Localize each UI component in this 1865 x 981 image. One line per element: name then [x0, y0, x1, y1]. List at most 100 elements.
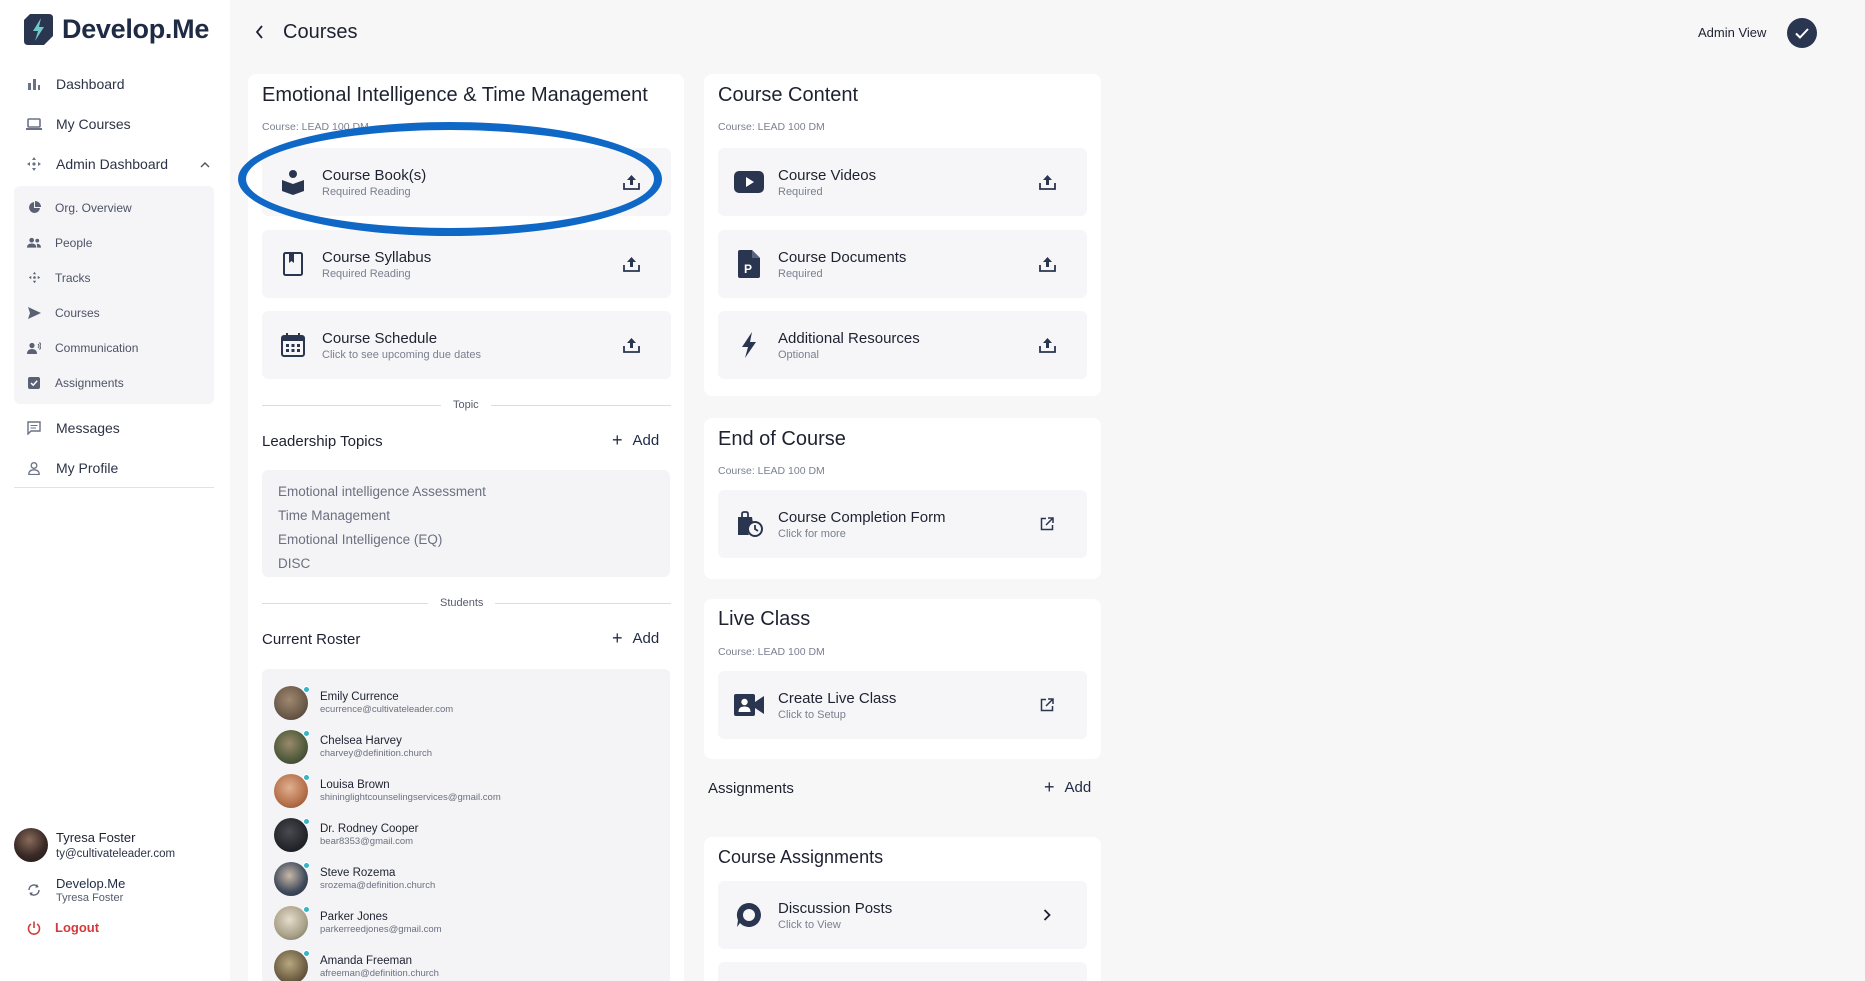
video-person-icon	[734, 690, 764, 720]
list-item[interactable]: Parker Jones parkerreedjones@gmail.com	[262, 901, 670, 945]
student-email: afreeman@definition.church	[320, 968, 439, 979]
next-assignment-tile[interactable]	[718, 962, 1087, 981]
tile-title: Course Schedule	[322, 329, 438, 347]
course-books-tile[interactable]: Course Book(s) Required Reading	[262, 148, 671, 216]
bookmark-book-icon	[278, 249, 308, 279]
sidebar: Develop.Me Dashboard My Courses Admin Da…	[0, 0, 230, 981]
current-roster-heading: Current Roster	[262, 631, 361, 648]
course-completion-form-tile[interactable]: Course Completion Form Click for more	[718, 490, 1087, 558]
nav-my-courses[interactable]: My Courses	[14, 104, 214, 144]
assignments-heading: Assignments	[708, 780, 794, 797]
svg-text:P: P	[744, 262, 752, 276]
discussion-posts-tile[interactable]: Discussion Posts Click to View	[718, 881, 1087, 949]
chevron-right-icon[interactable]	[1037, 905, 1057, 925]
live-class-card: Live Class Course: LEAD 100 DM Create Li…	[704, 599, 1101, 759]
admin-view-toggle[interactable]	[1787, 18, 1817, 48]
add-label: Add	[632, 629, 660, 647]
user-name: Tyresa Foster	[56, 830, 136, 845]
avatar	[274, 950, 310, 981]
list-item: Emotional intelligence Assessment	[278, 484, 486, 499]
chevron-up-icon[interactable]	[200, 157, 210, 171]
create-live-class-tile[interactable]: Create Live Class Click to Setup	[718, 671, 1087, 739]
additional-resources-tile[interactable]: Additional Resources Optional	[718, 311, 1087, 379]
subnav-communication[interactable]: Communication	[14, 330, 214, 365]
student-name: Chelsea Harvey	[320, 735, 402, 747]
move-icon	[26, 156, 42, 172]
course-content-card: Course Content Course: LEAD 100 DM Cours…	[704, 74, 1101, 396]
send-icon	[27, 306, 41, 320]
nav-my-profile[interactable]: My Profile	[14, 448, 214, 488]
list-item[interactable]: Louisa Brown shininglightcounselingservic…	[262, 769, 670, 813]
upload-icon[interactable]	[1037, 335, 1057, 355]
course-schedule-tile[interactable]: Course Schedule Click to see upcoming du…	[262, 311, 671, 379]
list-item[interactable]: Chelsea Harvey charvey@definition.church	[262, 725, 670, 769]
upload-icon[interactable]	[1037, 254, 1057, 274]
online-dot	[303, 950, 310, 957]
course-videos-tile[interactable]: Course Videos Required	[718, 148, 1087, 216]
brand-logo[interactable]: Develop.Me	[24, 14, 209, 45]
list-item[interactable]: Amanda Freeman afreeman@definition.church	[262, 945, 670, 981]
subnav-org-overview[interactable]: Org. Overview	[14, 190, 214, 225]
nav-admin-dashboard[interactable]: Admin Dashboard	[14, 144, 214, 184]
tile-title: Course Syllabus	[322, 248, 432, 266]
student-name: Dr. Rodney Cooper	[320, 823, 419, 835]
roster-list: Emily Currence ecurrence@cultivateleader.…	[262, 669, 670, 981]
list-item: Emotional Intelligence (EQ)	[278, 532, 443, 547]
list-item[interactable]: Emily Currence ecurrence@cultivateleader.…	[262, 681, 670, 725]
upload-icon[interactable]	[621, 172, 641, 192]
tile-title: Course Book(s)	[322, 166, 427, 184]
brand-name: Develop.Me	[62, 14, 210, 44]
admin-view-label: Admin View	[1698, 25, 1767, 40]
tile-title: Create Live Class	[778, 689, 897, 707]
admin-subnav: Org. Overview People Tracks Courses Comm…	[14, 186, 214, 404]
list-item[interactable]: Dr. Rodney Cooper bear8353@gmail.com	[262, 813, 670, 857]
subnav-assignments[interactable]: Assignments	[14, 365, 214, 400]
person-icon	[26, 460, 42, 476]
tile-subtitle: Required	[778, 267, 823, 280]
nav-messages[interactable]: Messages	[14, 408, 214, 448]
add-assignment-button[interactable]: + Add	[1044, 778, 1091, 796]
course-syllabus-tile[interactable]: Course Syllabus Required Reading	[262, 230, 671, 298]
subnav-tracks[interactable]: Tracks	[14, 260, 214, 295]
plus-icon: +	[612, 430, 623, 450]
plus-icon: +	[1044, 777, 1055, 797]
upload-icon[interactable]	[1037, 172, 1057, 192]
pie-chart-icon	[27, 201, 41, 215]
leadership-topics-heading: Leadership Topics	[262, 433, 383, 450]
list-item[interactable]: Steve Rozema srozema@definition.church	[262, 857, 670, 901]
tile-subtitle: Click to View	[778, 918, 841, 931]
add-topic-button[interactable]: + Add	[612, 431, 659, 449]
avatar	[14, 828, 48, 862]
upload-icon[interactable]	[621, 335, 641, 355]
tile-subtitle: Click for more	[778, 527, 846, 540]
subnav-label: Assignments	[55, 375, 124, 390]
current-user[interactable]: Tyresa Foster ty@cultivateleader.com	[14, 824, 214, 866]
back-button[interactable]	[251, 22, 267, 42]
student-email: ecurrence@cultivateleader.com	[320, 704, 454, 715]
online-dot	[303, 818, 310, 825]
course-code: Course: LEAD 100 DM	[718, 121, 825, 133]
subnav-label: Org. Overview	[55, 200, 132, 215]
subnav-courses[interactable]: Courses	[14, 295, 214, 330]
card-title: Course Assignments	[718, 847, 884, 867]
divider-label: Topic	[453, 399, 479, 411]
tile-subtitle: Click to Setup	[778, 708, 846, 721]
list-item: Time Management	[278, 508, 391, 523]
org-switcher[interactable]: Develop.Me Tyresa Foster	[14, 876, 214, 904]
course-code: Course: LEAD 100 DM	[262, 121, 369, 133]
course-documents-tile[interactable]: P Course Documents Required	[718, 230, 1087, 298]
course-code: Course: LEAD 100 DM	[718, 646, 825, 658]
clock-bag-icon	[734, 509, 764, 539]
add-student-button[interactable]: + Add	[612, 629, 659, 647]
laptop-icon	[26, 116, 42, 132]
external-link-icon[interactable]	[1037, 695, 1057, 715]
nav-dashboard[interactable]: Dashboard	[14, 64, 214, 104]
message-icon	[26, 420, 42, 436]
external-link-icon[interactable]	[1037, 514, 1057, 534]
logout-button[interactable]: Logout	[14, 920, 214, 935]
upload-icon[interactable]	[621, 254, 641, 274]
course-code: Course: LEAD 100 DM	[718, 465, 825, 477]
chevron-left-icon	[255, 25, 263, 39]
nav-label: My Courses	[56, 116, 131, 132]
subnav-people[interactable]: People	[14, 225, 214, 260]
